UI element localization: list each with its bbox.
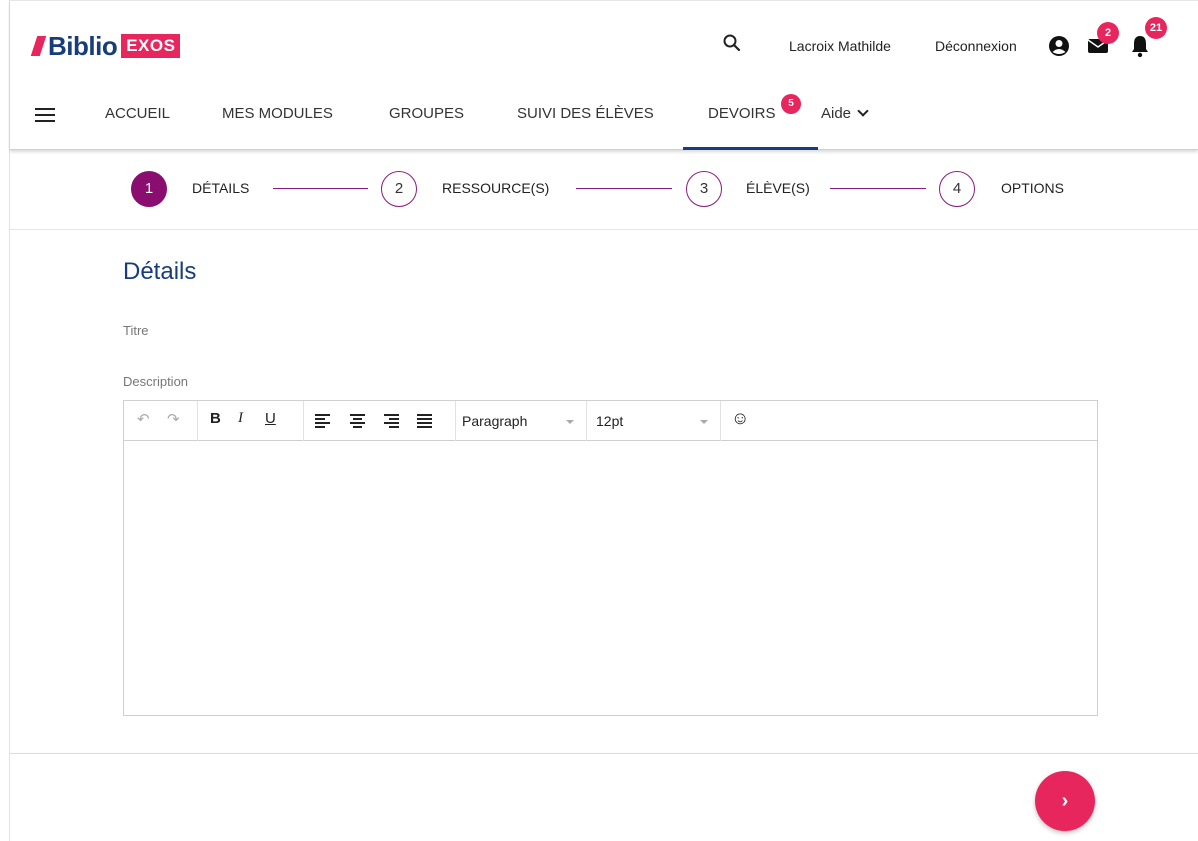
hamburger-menu-icon[interactable] — [35, 108, 55, 124]
step-1-circle[interactable]: 1 — [131, 171, 167, 207]
search-icon[interactable] — [722, 33, 742, 53]
step-3-circle[interactable]: 3 — [686, 171, 722, 207]
footer-divider — [10, 753, 1198, 754]
left-border — [0, 0, 10, 841]
nav-item-devoirs[interactable]: DEVOIRS — [708, 105, 776, 122]
title-field-label[interactable]: Titre — [123, 323, 149, 338]
main-nav: ACCUEIL MES MODULES GROUPES SUIVI DES ÉL… — [10, 87, 1198, 151]
notification-count-badge: 21 — [1145, 17, 1167, 39]
history-group: ↶ ↷ — [124, 401, 198, 441]
underline-button[interactable]: U — [265, 410, 276, 427]
mail-count-badge: 2 — [1097, 22, 1119, 44]
redo-icon[interactable]: ↷ — [167, 410, 180, 428]
step-connector — [830, 188, 926, 189]
assignment-stepper: 1 DÉTAILS 2 RESSOURCE(S) 3 ÉLÈVE(S) 4 OP… — [10, 150, 1198, 230]
nav-item-accueil[interactable]: ACCUEIL — [105, 105, 170, 122]
step-connector — [576, 188, 672, 189]
caret-down-icon — [566, 420, 574, 424]
text-style-group: B I U — [198, 401, 304, 441]
description-editor: ↶ ↷ B I U Paragraph 12pt ☺ — [123, 400, 1098, 716]
devoirs-count-badge: 5 — [781, 94, 801, 114]
nav-item-mes-modules[interactable]: MES MODULES — [222, 105, 333, 122]
top-header: Biblio EXOS Lacroix Mathilde Déconnexion… — [10, 0, 1198, 150]
next-step-button[interactable]: › — [1035, 771, 1095, 831]
undo-icon[interactable]: ↶ — [137, 410, 150, 428]
alignment-group — [304, 401, 456, 441]
nav-item-aide-label: Aide — [821, 105, 852, 122]
user-name-link[interactable]: Lacroix Mathilde — [789, 38, 891, 54]
nav-item-suivi-des-eleves[interactable]: SUIVI DES ÉLÈVES — [517, 105, 654, 122]
align-right-icon[interactable] — [384, 414, 399, 428]
nav-item-aide[interactable]: Aide — [821, 105, 869, 122]
italic-button[interactable]: I — [238, 410, 243, 427]
align-center-icon[interactable] — [350, 414, 365, 428]
align-justify-icon[interactable] — [417, 414, 432, 428]
step-connector — [273, 188, 368, 189]
font-size-select[interactable]: 12pt — [587, 401, 721, 441]
bell-icon[interactable] — [1130, 34, 1150, 58]
caret-down-icon — [700, 420, 708, 424]
emoji-icon[interactable]: ☺ — [731, 408, 749, 429]
bold-button[interactable]: B — [210, 410, 221, 427]
step-4-circle[interactable]: 4 — [939, 171, 975, 207]
editor-toolbar: ↶ ↷ B I U Paragraph 12pt ☺ — [124, 401, 1097, 441]
logout-link[interactable]: Déconnexion — [935, 38, 1017, 54]
step-2-label[interactable]: RESSOURCE(S) — [442, 180, 549, 196]
step-4-label[interactable]: OPTIONS — [1001, 180, 1064, 196]
step-1-label[interactable]: DÉTAILS — [192, 180, 249, 196]
header-actions: Lacroix Mathilde Déconnexion 2 21 — [10, 17, 1198, 63]
step-2-circle[interactable]: 2 — [381, 171, 417, 207]
format-select-value: Paragraph — [462, 413, 528, 429]
chevron-down-icon — [857, 105, 869, 117]
page-title: Détails — [123, 258, 197, 285]
app-shell: Biblio EXOS Lacroix Mathilde Déconnexion… — [10, 0, 1198, 841]
step-3-label[interactable]: ÉLÈVE(S) — [746, 180, 810, 196]
format-select[interactable]: Paragraph — [456, 401, 587, 441]
align-left-icon[interactable] — [315, 414, 330, 428]
font-size-select-value: 12pt — [596, 413, 624, 429]
description-field-label: Description — [123, 374, 189, 389]
editor-content-area[interactable] — [124, 441, 1097, 715]
account-icon[interactable] — [1048, 35, 1070, 57]
nav-item-groupes[interactable]: GROUPES — [389, 105, 464, 122]
